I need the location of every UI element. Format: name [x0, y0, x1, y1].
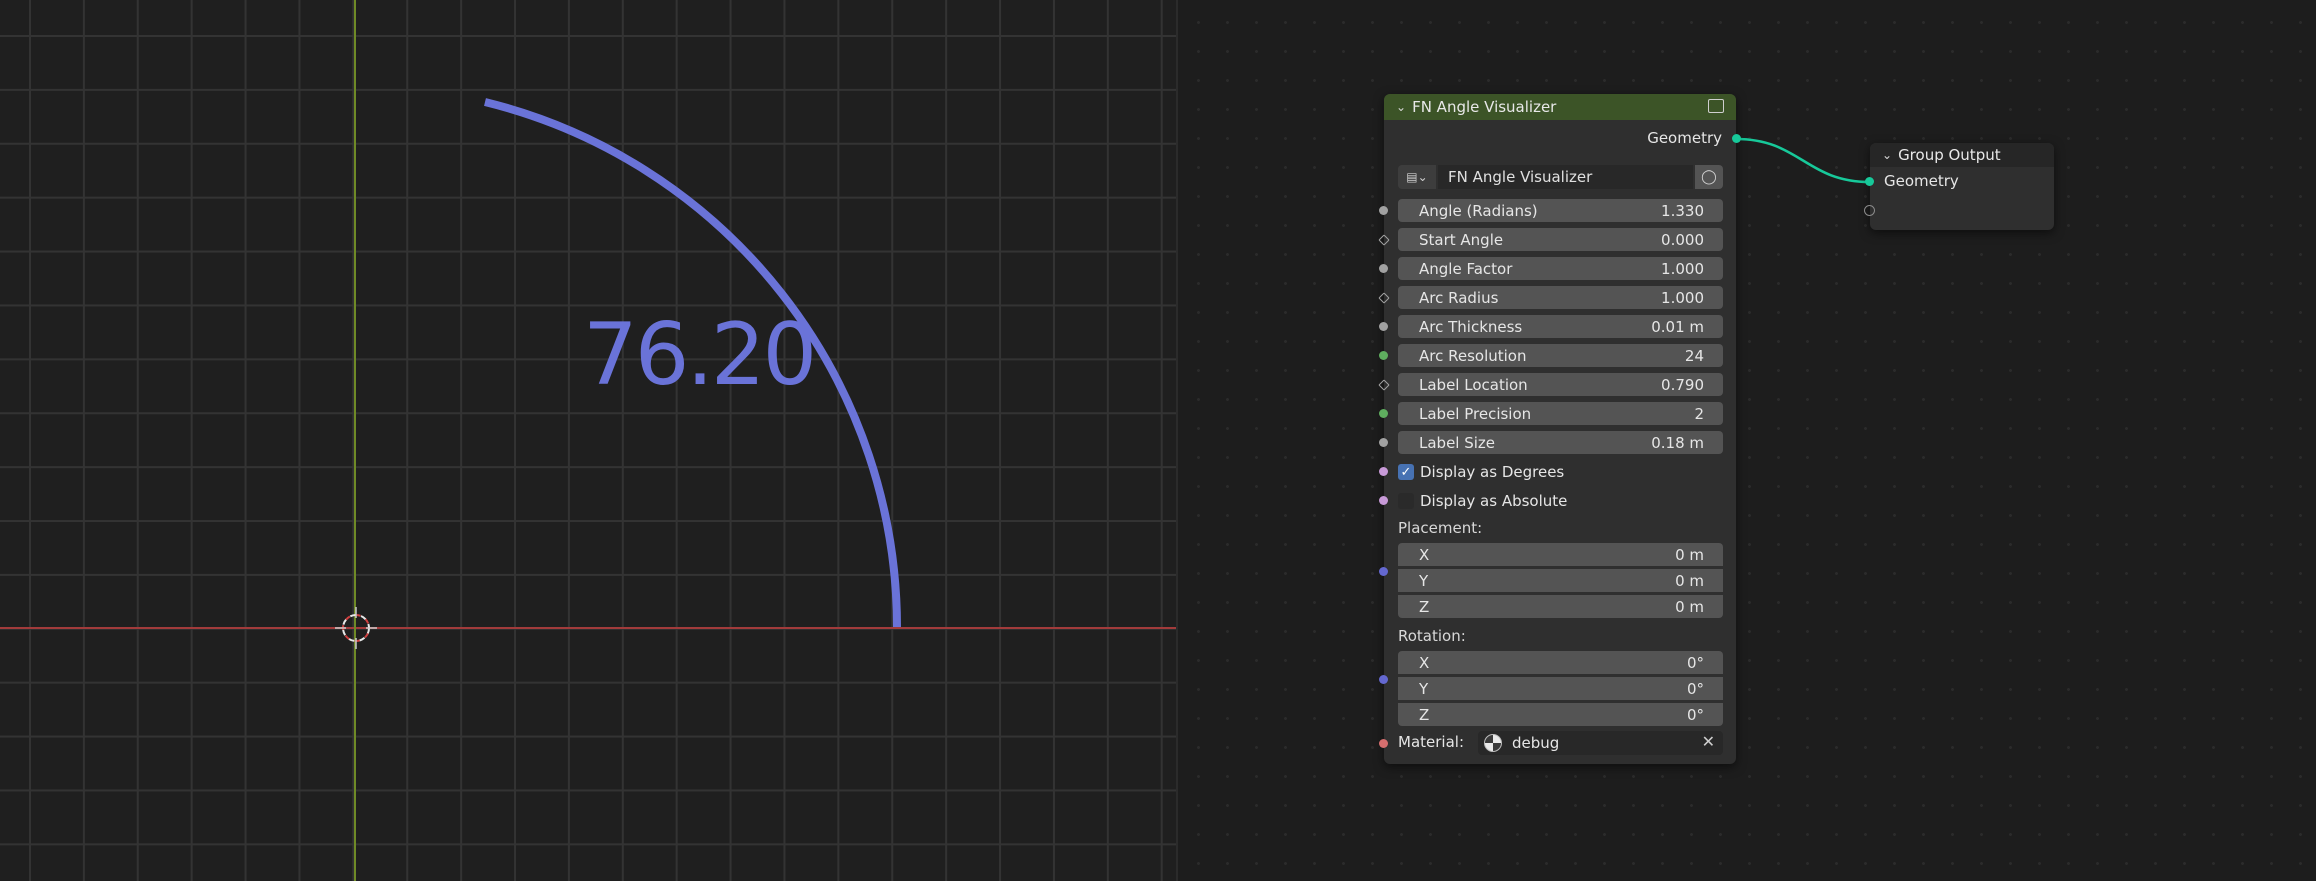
geometry-output-socket[interactable] [1732, 134, 1741, 143]
fn-angle-visualizer-node[interactable]: ⌄ FN Angle Visualizer Geometry ▤⌄ FN Ang… [1378, 94, 1741, 764]
label-location-field[interactable]: Label Location 0.790 [1398, 373, 1723, 396]
angle-radians-field[interactable]: Angle (Radians) 1.330 [1398, 199, 1723, 222]
group-output-node[interactable]: ⌄ Group Output Geometry [1864, 143, 2054, 230]
input-row: Arc Resolution 24 [1379, 343, 1736, 369]
placement-label: Placement: [1398, 519, 1483, 537]
input-socket[interactable] [1379, 467, 1388, 476]
checkmark-icon[interactable]: ✓ [1398, 464, 1414, 480]
start-angle-field[interactable]: Start Angle 0.000 [1398, 228, 1723, 251]
node-tree-dropdown-icon[interactable]: ▤⌄ [1398, 165, 1436, 189]
placement-z-field[interactable]: Z0 m [1398, 595, 1723, 618]
material-name: debug [1512, 734, 1560, 752]
output-geometry-label: Geometry [1647, 129, 1722, 147]
input-socket[interactable] [1379, 409, 1388, 418]
node-header[interactable]: ⌄ FN Angle Visualizer [1384, 94, 1736, 120]
input-socket[interactable] [1379, 322, 1388, 331]
node-editor[interactable] [1178, 0, 2316, 881]
material-sphere-icon [1484, 734, 1502, 752]
arc-resolution-field[interactable]: Arc Resolution 24 [1398, 344, 1723, 367]
display-as-degrees-checkbox[interactable]: ✓ Display as Degrees [1398, 463, 1564, 481]
placement-y-field[interactable]: Y0 m [1398, 569, 1723, 592]
input-socket[interactable] [1379, 438, 1388, 447]
collapse-chevron-icon[interactable]: ⌄ [1882, 148, 1892, 162]
rotation-z-field[interactable]: Z 0° [1398, 703, 1723, 726]
input-row: Angle (Radians) 1.330 [1379, 198, 1736, 224]
rotation-x-field[interactable]: X 0° [1398, 651, 1723, 674]
material-selector[interactable]: debug ✕ [1478, 731, 1723, 755]
input-row: Angle Factor 1.000 [1379, 256, 1736, 282]
arc-thickness-field[interactable]: Arc Thickness 0.01 m [1398, 315, 1723, 338]
angle-factor-field[interactable]: Angle Factor 1.000 [1398, 257, 1723, 280]
node-group-icon [1708, 99, 1724, 113]
node-group-name[interactable]: FN Angle Visualizer [1438, 165, 1693, 189]
display-as-absolute-checkbox[interactable]: Display as Absolute [1398, 492, 1567, 510]
input-row: Label Precision 2 [1379, 401, 1736, 427]
placement-socket[interactable] [1379, 567, 1388, 576]
rotation-socket[interactable] [1379, 675, 1388, 684]
empty-input-socket[interactable] [1864, 205, 1875, 216]
node-title: Group Output [1898, 146, 2001, 164]
node-title: FN Angle Visualizer [1412, 98, 1557, 116]
clear-material-icon[interactable]: ✕ [1702, 732, 1715, 751]
rotation-y-field[interactable]: Y 0° [1398, 677, 1723, 700]
checkbox-row: Display as Absolute [1379, 488, 1736, 514]
checkbox-row: ✓ Display as Degrees [1379, 459, 1736, 485]
input-socket[interactable] [1379, 496, 1388, 505]
placement-x-field[interactable]: X0 m [1398, 543, 1723, 566]
arc-radius-field[interactable]: Arc Radius 1.000 [1398, 286, 1723, 309]
input-socket[interactable] [1379, 351, 1388, 360]
3d-viewport[interactable]: 76.20 [0, 0, 1176, 881]
material-label: Material: [1398, 733, 1464, 751]
input-row: Label Location 0.790 [1378, 372, 1736, 398]
node-group-selector[interactable]: ▤⌄ FN Angle Visualizer ◯ [1398, 165, 1723, 189]
material-socket[interactable] [1379, 739, 1388, 748]
fake-user-shield-icon[interactable]: ◯ [1695, 165, 1723, 189]
input-row: Label Size 0.18 m [1379, 430, 1736, 456]
input-row: Arc Thickness 0.01 m [1379, 314, 1736, 340]
angle-value-label: 76.20 [583, 305, 817, 405]
label-precision-field[interactable]: Label Precision 2 [1398, 402, 1723, 425]
node-header[interactable]: ⌄ Group Output [1870, 143, 2054, 167]
output-geometry-row: Geometry [1384, 126, 1741, 152]
geometry-input-socket[interactable] [1865, 177, 1874, 186]
collapse-chevron-icon[interactable]: ⌄ [1396, 100, 1406, 114]
geometry-input-label: Geometry [1884, 172, 1959, 190]
label-size-field[interactable]: Label Size 0.18 m [1398, 431, 1723, 454]
input-socket[interactable] [1379, 206, 1388, 215]
rotation-label: Rotation: [1398, 627, 1466, 645]
viewport-overlay [0, 0, 1176, 881]
input-row: Arc Radius 1.000 [1378, 285, 1736, 311]
input-row: Start Angle 0.000 [1378, 227, 1736, 253]
input-socket[interactable] [1379, 264, 1388, 273]
checkbox-icon[interactable] [1398, 493, 1414, 509]
